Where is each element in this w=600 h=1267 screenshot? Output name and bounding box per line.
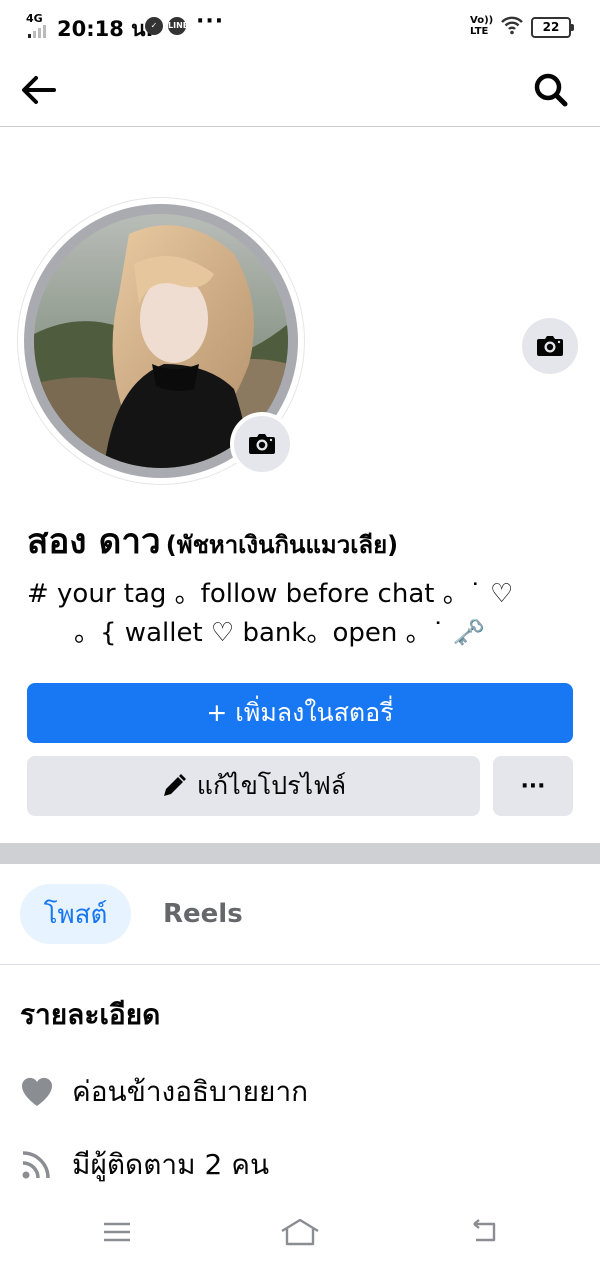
battery-icon: 22 [531, 17, 574, 38]
more-icon: ··· [520, 773, 546, 799]
heart-icon [21, 1077, 53, 1106]
more-options-button[interactable]: ··· [493, 756, 573, 816]
detail-relationship: ค่อนข้างอธิบายยาก [20, 1070, 308, 1114]
signal-icon [28, 25, 46, 38]
back-nav-button[interactable] [463, 1214, 503, 1250]
check-circle-icon: ✓ [145, 17, 163, 35]
camera-icon [249, 434, 275, 454]
detail-text: มีผู้ติดตาม 2 คน [72, 1148, 270, 1181]
bio-line-2: 。{ wallet ♡ bank。open 。˙ 🗝️ [74, 618, 486, 648]
change-cover-photo-button[interactable] [522, 318, 578, 374]
top-app-bar [0, 52, 600, 127]
return-icon [473, 1219, 496, 1242]
edit-profile-label: แก้ไขโปรไฟล์ [196, 771, 347, 800]
camera-icon [537, 336, 563, 356]
bio-line-1: # your tag 。follow before chat 。˙ ♡ [27, 579, 514, 609]
clock: 20:18 น. [57, 17, 154, 41]
menu-icon [104, 1222, 130, 1242]
add-to-story-label: + เพิ่มลงในสตอรี่ [206, 698, 394, 727]
detail-followers[interactable]: มีผู้ติดตาม 2 คน [20, 1143, 269, 1187]
recent-apps-button[interactable] [97, 1214, 137, 1250]
add-to-story-button[interactable]: + เพิ่มลงในสตอรี่ [27, 683, 573, 743]
system-nav-bar [0, 1200, 600, 1267]
tabs-divider [0, 964, 600, 965]
back-button[interactable] [18, 70, 62, 110]
tab-reels-label: Reels [163, 899, 243, 929]
rss-feed-icon [22, 1151, 50, 1179]
home-icon [281, 1218, 319, 1246]
alternate-name: (พัชหาเงินกินแมวเลีย) [165, 531, 399, 559]
network-type: 4G [26, 12, 43, 25]
status-bar: 4G 20:18 น. ✓ LINE ··· Vo)) LTE 22 [0, 0, 600, 52]
tab-reels[interactable]: Reels [163, 884, 243, 944]
volte-icon: Vo)) LTE [470, 15, 494, 37]
arrow-left-icon [22, 76, 56, 104]
pencil-icon [163, 774, 186, 796]
details-heading: รายละเอียด [20, 998, 161, 1031]
profile-name: สอง ดาว (พัชหาเงินกินแมวเลีย) [27, 514, 398, 569]
change-profile-photo-button[interactable] [234, 416, 290, 472]
search-icon [534, 73, 568, 107]
more-notifications-icon: ··· [196, 9, 225, 34]
tab-posts-label: โพสต์ [43, 899, 108, 930]
tab-posts[interactable]: โพสต์ [20, 884, 131, 944]
display-name: สอง ดาว [27, 522, 161, 562]
wifi-icon [500, 15, 524, 39]
edit-profile-button[interactable]: แก้ไขโปรไฟล์ [27, 756, 480, 816]
line-app-icon: LINE [168, 17, 188, 35]
section-divider [0, 843, 600, 864]
search-button[interactable] [531, 70, 575, 110]
home-button[interactable] [280, 1214, 320, 1250]
detail-text: ค่อนข้างอธิบายยาก [72, 1075, 309, 1108]
